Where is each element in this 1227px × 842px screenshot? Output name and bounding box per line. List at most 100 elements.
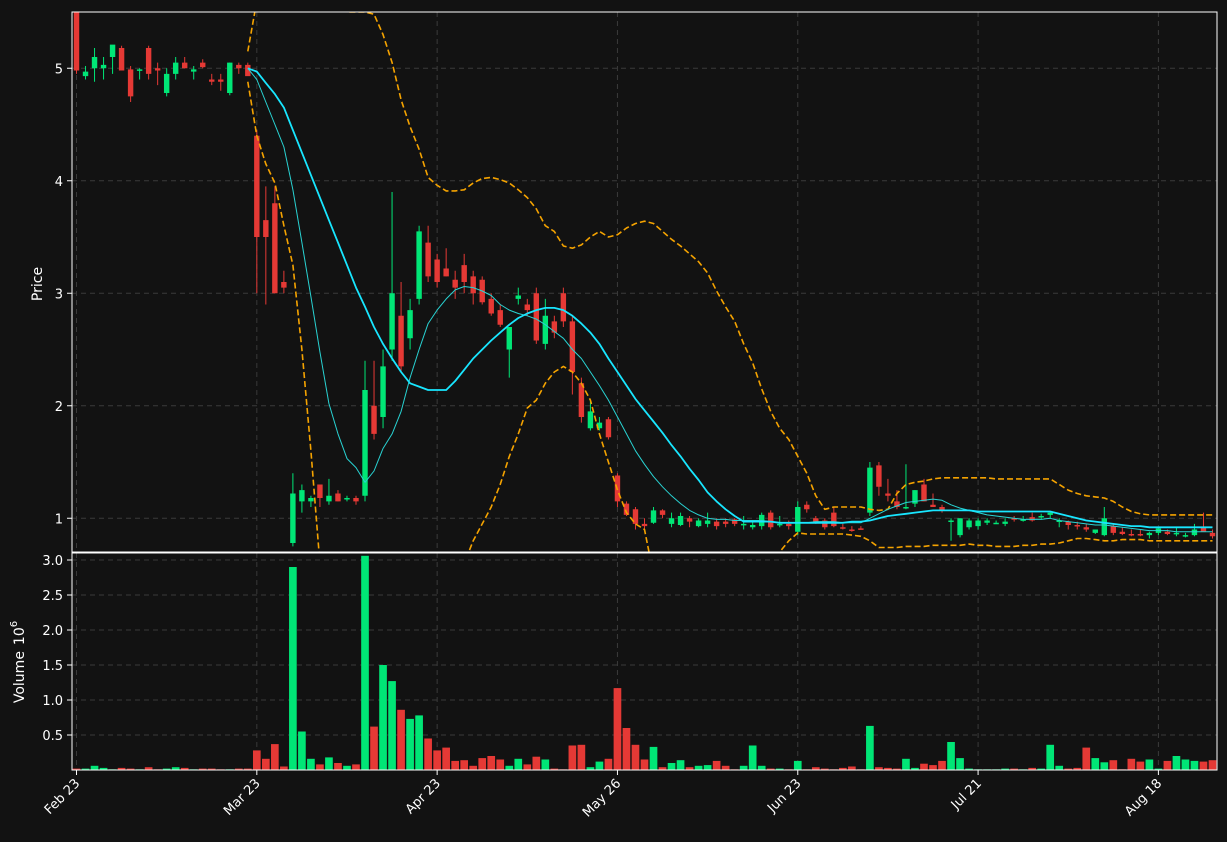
volume-bar	[1082, 747, 1091, 770]
volume-bar	[1208, 760, 1217, 770]
candle-body	[1191, 529, 1198, 536]
candle-body	[858, 528, 864, 530]
volume-tick-label: 1.5	[42, 659, 63, 674]
volume-bar	[1055, 765, 1064, 770]
volume-bar	[956, 758, 964, 770]
volume-bar	[1199, 761, 1208, 770]
candle-body	[497, 310, 503, 325]
volume-bar	[280, 766, 288, 770]
candle-body	[930, 504, 936, 507]
candle-body	[407, 310, 413, 339]
volume-bar	[379, 665, 387, 770]
volume-bar	[947, 742, 955, 770]
volume-bar	[478, 758, 487, 770]
volume-bar	[262, 758, 270, 770]
candle-body	[777, 523, 783, 526]
candle-body	[668, 518, 675, 524]
volume-bar	[703, 765, 712, 770]
candle-body	[948, 520, 954, 522]
candle-body	[200, 62, 206, 68]
candle-body	[488, 298, 494, 314]
candle-body	[308, 498, 314, 502]
candle-body	[100, 64, 107, 69]
candle-body	[1182, 535, 1189, 537]
volume-bar	[532, 756, 541, 770]
candle-body	[371, 405, 377, 434]
volume-bar	[334, 763, 342, 770]
volume-bar	[920, 763, 928, 770]
candle-body	[1119, 531, 1126, 534]
candle-body	[91, 57, 98, 69]
candle-body	[1137, 534, 1144, 536]
candle-body	[650, 510, 657, 523]
candle-body	[1101, 518, 1108, 536]
candle-body	[957, 518, 963, 536]
candle-body	[326, 495, 332, 502]
volume-bar	[694, 765, 703, 770]
candlestick-volume-chart: 1 2 3 4 5 Price 0.5 1.0 1.5 2.0 2.5 3.0 Volume 106…	[0, 0, 1227, 842]
volume-tick-label: 2.5	[42, 589, 63, 604]
volume-bar	[577, 744, 586, 770]
candle-body	[272, 203, 278, 294]
candle-body	[768, 512, 774, 528]
candle-body	[533, 293, 540, 341]
volume-bar	[667, 763, 676, 770]
candle-body	[695, 520, 702, 527]
candle-body	[299, 490, 305, 502]
volume-bar	[1145, 759, 1154, 770]
volume-bar	[1163, 760, 1172, 770]
candle-body	[443, 268, 449, 277]
candle-body	[263, 220, 269, 237]
volume-bar	[361, 555, 369, 770]
candle-body	[127, 69, 134, 97]
volume-tick-label: 1.0	[42, 694, 63, 709]
volume-bar	[271, 744, 279, 770]
volume-bar	[514, 758, 523, 770]
candle-body	[831, 512, 837, 527]
volume-bar	[848, 766, 856, 770]
volume-tick-label: 0.5	[42, 729, 63, 744]
candle-body	[209, 79, 215, 82]
candle-body	[191, 69, 197, 72]
price-tick-label: 2	[55, 400, 63, 415]
volume-bar	[451, 760, 460, 770]
price-tick-label: 5	[55, 62, 63, 77]
candle-body	[578, 383, 585, 417]
volume-bar	[1109, 760, 1118, 770]
candle-body	[1074, 525, 1080, 527]
candle-body	[254, 135, 260, 237]
volume-bar	[388, 681, 396, 770]
price-tick-label: 3	[55, 287, 63, 302]
volume-bar	[541, 759, 550, 770]
candle-body	[993, 522, 999, 525]
candle-body	[713, 521, 720, 527]
candle-body	[389, 293, 395, 350]
volume-bar	[1091, 758, 1100, 770]
volume-bar	[505, 765, 514, 770]
candle-body	[1002, 521, 1008, 524]
candle-body	[921, 484, 927, 502]
volume-bar	[424, 738, 432, 770]
candle-body	[795, 507, 801, 532]
candle-body	[587, 411, 594, 429]
candle-body	[236, 64, 242, 69]
volume-bar	[352, 764, 360, 770]
volume-axis-label: Volume 106	[9, 621, 28, 703]
volume-bar	[496, 759, 505, 770]
volume-bar	[415, 715, 423, 770]
volume-bar	[1136, 761, 1145, 770]
volume-bar	[866, 725, 874, 770]
volume-axis-exponent: 6	[9, 621, 20, 627]
volume-bar	[343, 765, 351, 770]
volume-axis-multiplier-base: 10	[12, 627, 28, 645]
candle-body	[1038, 516, 1044, 518]
candle-body	[452, 279, 458, 288]
volume-bar	[298, 731, 306, 770]
candle-body	[145, 48, 152, 74]
volume-bar	[442, 747, 450, 770]
candle-body	[786, 523, 792, 527]
candle-body	[722, 521, 729, 524]
candle-body	[804, 504, 810, 510]
candle-body	[849, 529, 855, 531]
candle-body	[984, 520, 990, 523]
